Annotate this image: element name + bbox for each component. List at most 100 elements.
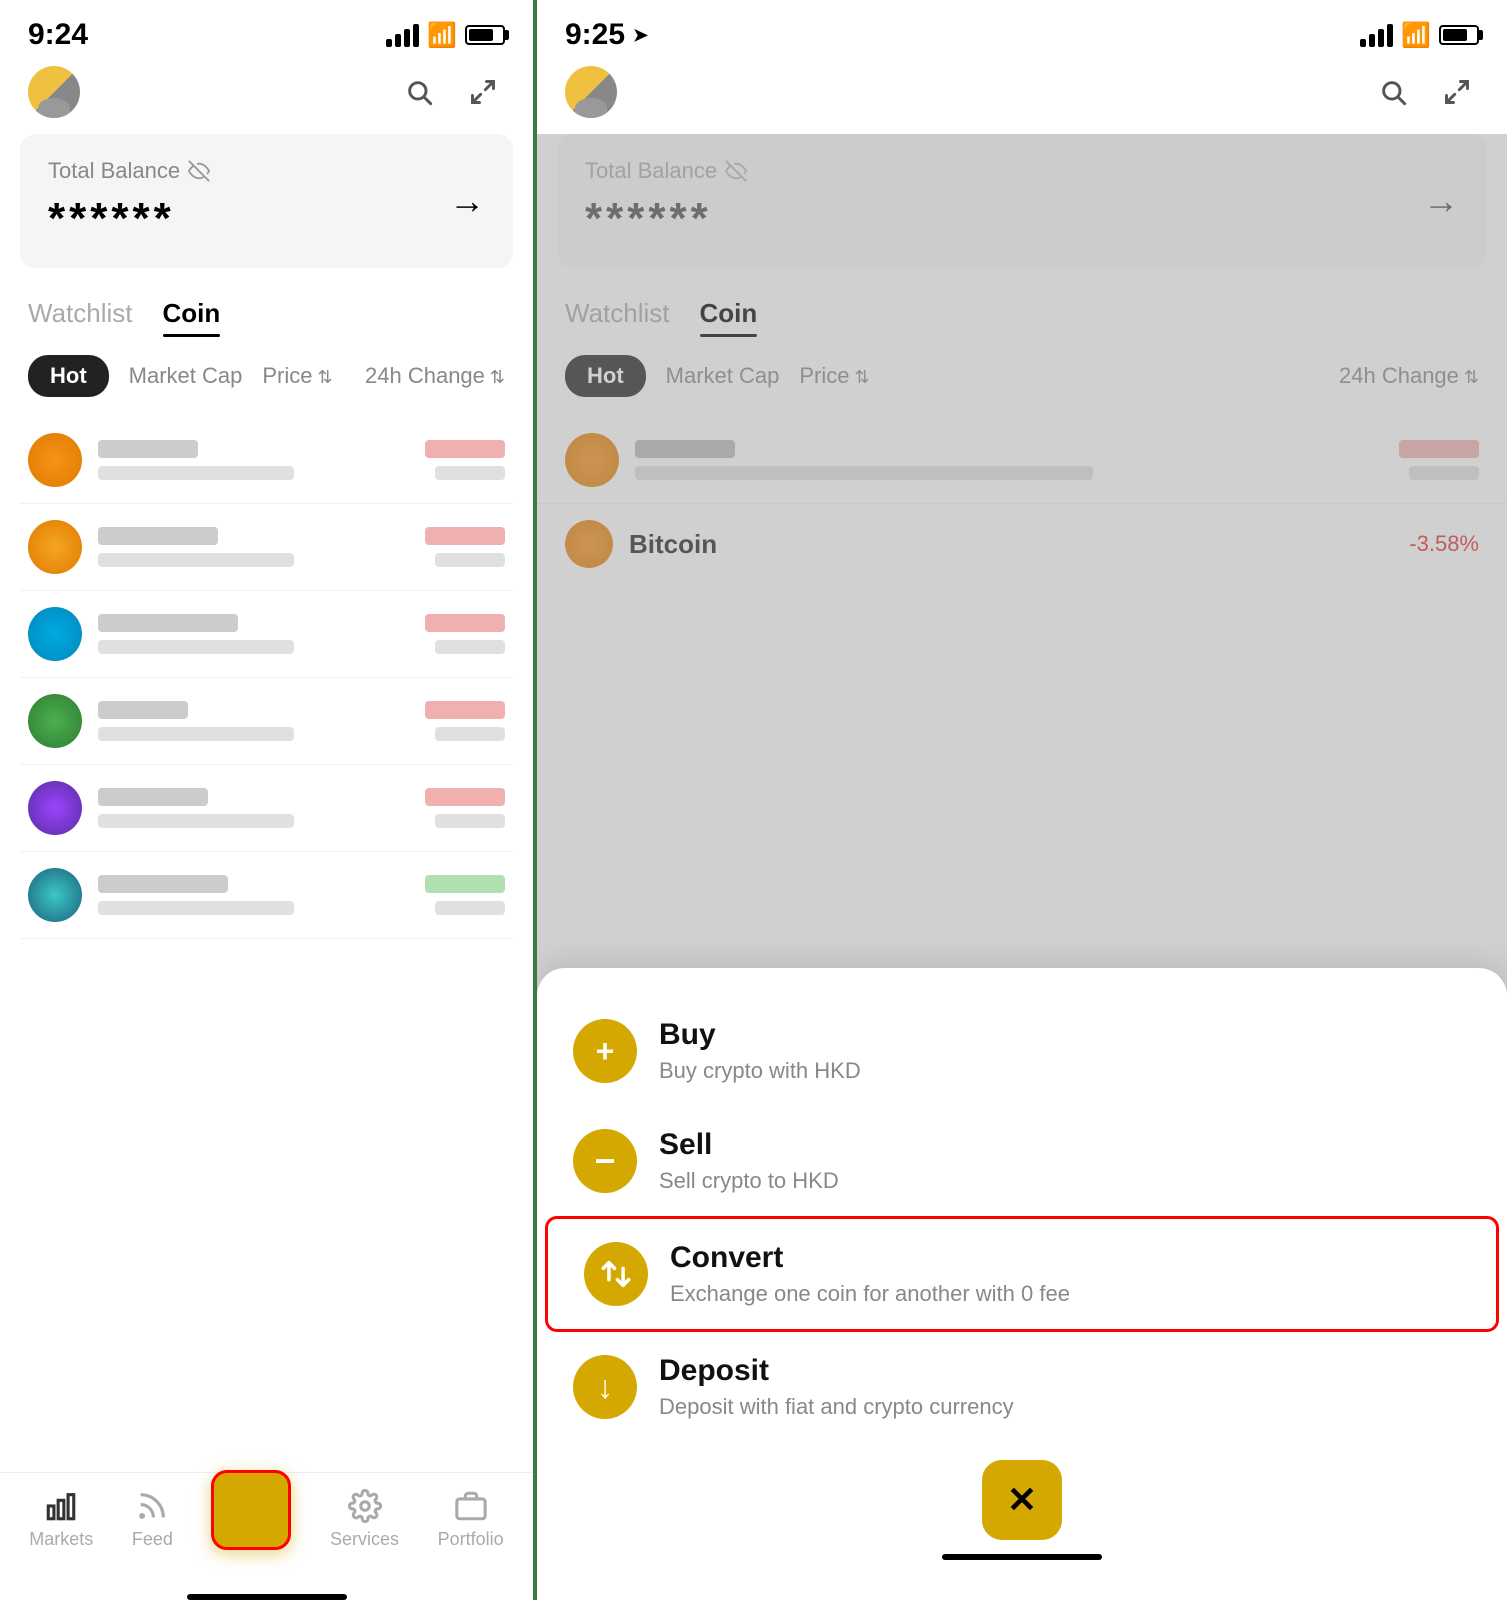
coin-info — [98, 875, 425, 915]
coin-logo-btc — [28, 433, 82, 487]
left-app-header — [0, 62, 533, 134]
price-value — [435, 727, 505, 741]
coin-info — [98, 614, 425, 654]
sheet-item-convert[interactable]: Convert Exchange one coin for another wi… — [545, 1216, 1499, 1332]
price-value — [435, 640, 505, 654]
right-expand-button[interactable] — [1435, 70, 1479, 114]
bottom-nav: Markets Feed Services — [0, 1472, 533, 1580]
tab-coin[interactable]: Coin — [163, 298, 221, 337]
list-item[interactable] — [20, 417, 513, 504]
price-change — [425, 527, 505, 545]
close-button[interactable]: ✕ — [982, 1460, 1062, 1540]
right-wifi-icon: 📶 — [1401, 21, 1431, 50]
search-button[interactable] — [397, 70, 441, 114]
balance-card: Total Balance ****** → — [20, 134, 513, 268]
coin-sub — [98, 466, 294, 480]
coin-logo-eth — [28, 520, 82, 574]
list-item[interactable] — [20, 852, 513, 939]
nav-convert-fab[interactable] — [211, 1490, 291, 1550]
balance-label: Total Balance — [48, 158, 210, 184]
nav-markets[interactable]: Markets — [29, 1489, 93, 1550]
coin-name — [98, 875, 228, 893]
balance-info: Total Balance ****** — [48, 158, 210, 244]
balance-arrow[interactable]: → — [449, 180, 485, 222]
nav-portfolio[interactable]: Portfolio — [438, 1489, 504, 1550]
convert-desc: Exchange one coin for another with 0 fee — [670, 1281, 1460, 1307]
coin-price — [425, 440, 505, 480]
sheet-item-sell[interactable]: − Sell Sell crypto to HKD — [537, 1106, 1507, 1216]
nav-services-label: Services — [330, 1529, 399, 1550]
filter-24h[interactable]: 24h Change — [365, 363, 505, 389]
deposit-desc: Deposit with fiat and crypto currency — [659, 1394, 1471, 1420]
buy-desc: Buy crypto with HKD — [659, 1058, 1471, 1084]
convert-title: Convert — [670, 1241, 1460, 1275]
filter-price[interactable]: Price — [262, 363, 332, 389]
coin-sub — [98, 727, 294, 741]
right-header-actions — [1371, 70, 1479, 114]
coin-sub — [98, 901, 294, 915]
price-value — [435, 553, 505, 567]
coin-info — [98, 440, 425, 480]
price-value — [435, 901, 505, 915]
nav-services[interactable]: Services — [330, 1489, 399, 1550]
price-value — [435, 814, 505, 828]
tab-watchlist[interactable]: Watchlist — [28, 298, 133, 337]
price-change — [425, 440, 505, 458]
coin-logo-dot — [28, 694, 82, 748]
price-value — [435, 466, 505, 480]
convert-fab-button[interactable] — [211, 1470, 291, 1550]
list-item[interactable] — [20, 591, 513, 678]
right-search-button[interactable] — [1371, 70, 1415, 114]
list-item[interactable] — [20, 504, 513, 591]
nav-portfolio-label: Portfolio — [438, 1529, 504, 1550]
coin-logo-ada — [28, 868, 82, 922]
coin-list — [0, 417, 533, 1472]
list-item[interactable] — [20, 765, 513, 852]
filter-hot[interactable]: Hot — [28, 355, 109, 397]
battery-icon — [465, 25, 505, 45]
sell-desc: Sell crypto to HKD — [659, 1168, 1471, 1194]
nav-feed-label: Feed — [132, 1529, 173, 1550]
deposit-title: Deposit — [659, 1354, 1471, 1388]
coin-price — [425, 875, 505, 915]
right-bg-content: Total Balance ****** → Watchlist Coin Ho… — [537, 134, 1507, 1600]
sell-title: Sell — [659, 1128, 1471, 1162]
expand-button[interactable] — [461, 70, 505, 114]
coin-info — [98, 701, 425, 741]
wifi-icon: 📶 — [427, 21, 457, 50]
avatar[interactable] — [28, 66, 80, 118]
coin-name — [98, 701, 188, 719]
balance-value: ****** — [48, 194, 210, 244]
right-panel: 9:25 ➤ 📶 — [537, 0, 1507, 1600]
right-avatar[interactable] — [565, 66, 617, 118]
nav-markets-label: Markets — [29, 1529, 93, 1550]
coin-price — [425, 788, 505, 828]
coin-sub — [98, 553, 294, 567]
left-status-icons: 📶 — [386, 21, 505, 50]
right-time: 9:25 — [565, 18, 625, 52]
buy-icon: + — [573, 1019, 637, 1083]
price-change — [425, 788, 505, 806]
sheet-item-buy[interactable]: + Buy Buy crypto with HKD — [537, 996, 1507, 1106]
convert-text: Convert Exchange one coin for another wi… — [670, 1241, 1460, 1307]
coin-name — [98, 527, 218, 545]
buy-text: Buy Buy crypto with HKD — [659, 1018, 1471, 1084]
coin-logo-sol — [28, 781, 82, 835]
right-status-icons: 📶 — [1360, 21, 1479, 50]
sheet-item-deposit[interactable]: ↓ Deposit Deposit with fiat and crypto c… — [537, 1332, 1507, 1442]
coin-info — [98, 788, 425, 828]
right-status-bar: 9:25 ➤ 📶 — [537, 0, 1507, 62]
left-status-bar: 9:24 📶 — [0, 0, 533, 62]
convert-icon — [584, 1242, 648, 1306]
coin-name — [98, 614, 238, 632]
header-actions — [397, 70, 505, 114]
bottom-sheet: + Buy Buy crypto with HKD − Sell Sell cr… — [537, 968, 1507, 1600]
filter-market-cap[interactable]: Market Cap — [129, 363, 243, 389]
list-item[interactable] — [20, 678, 513, 765]
right-battery-icon — [1439, 25, 1479, 45]
tabs-container: Watchlist Coin — [0, 298, 533, 337]
left-panel: 9:24 📶 — [0, 0, 537, 1600]
nav-feed[interactable]: Feed — [132, 1489, 173, 1550]
coin-name — [98, 440, 198, 458]
deposit-text: Deposit Deposit with fiat and crypto cur… — [659, 1354, 1471, 1420]
